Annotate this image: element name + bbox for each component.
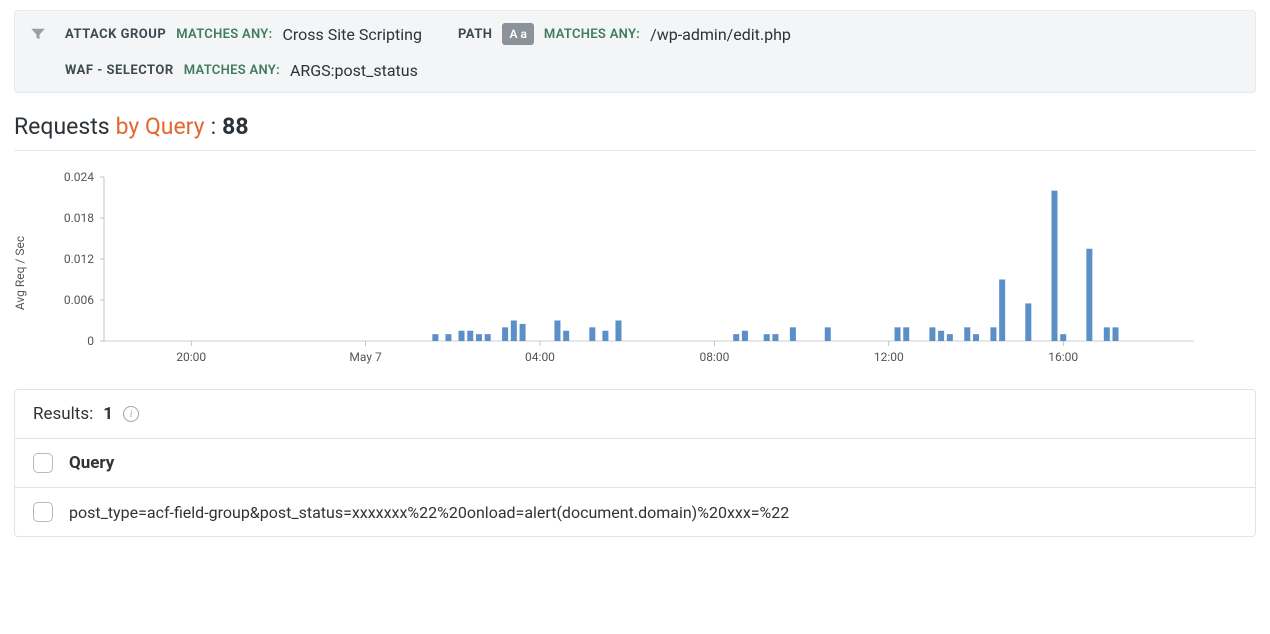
svg-text:0: 0: [87, 334, 94, 348]
filter-bar: ATTACK GROUP MATCHES ANY: Cross Site Scr…: [14, 10, 1256, 93]
heading-count: 88: [222, 113, 248, 140]
svg-text:0.018: 0.018: [64, 211, 94, 225]
select-all-checkbox[interactable]: [33, 453, 53, 473]
section-heading: Requests by Query : 88: [14, 113, 1256, 151]
filter-value: Cross Site Scripting: [282, 25, 421, 44]
results-header: Results: 1 i: [15, 390, 1255, 438]
svg-text:0.012: 0.012: [64, 252, 94, 266]
filter-icon[interactable]: [29, 25, 47, 47]
svg-text:16:00: 16:00: [1048, 350, 1078, 364]
results-column-header: Query: [15, 438, 1255, 487]
filter-operator: MATCHES ANY:: [184, 63, 280, 78]
column-title-query[interactable]: Query: [69, 453, 114, 473]
result-query-text: post_type=acf-field-group&post_status=xx…: [69, 503, 789, 522]
svg-text:12:00: 12:00: [874, 350, 904, 364]
svg-text:20:00: 20:00: [176, 350, 206, 364]
svg-text:0.024: 0.024: [64, 170, 94, 184]
heading-prefix: Requests: [14, 113, 110, 140]
case-sensitivity-badge[interactable]: A a: [502, 23, 533, 45]
filter-attack-group[interactable]: ATTACK GROUP MATCHES ANY: Cross Site Scr…: [65, 25, 422, 44]
heading-accent: by Query: [116, 113, 205, 140]
chart-canvas: 0 0.006 0.012 0.018 0.024 20:00 May 7 04:00 08:0…: [24, 167, 1214, 377]
svg-text:0.006: 0.006: [64, 293, 94, 307]
filter-label: PATH: [458, 27, 493, 42]
requests-chart: Avg Req / Sec 0 0.006 0.012 0.018 0.024 20:00…: [14, 151, 1256, 381]
filter-row-1: ATTACK GROUP MATCHES ANY: Cross Site Scr…: [65, 23, 817, 45]
heading-separator: :: [211, 113, 217, 140]
filter-operator: MATCHES ANY:: [544, 27, 640, 42]
filter-path[interactable]: PATH A a MATCHES ANY: /wp-admin/edit.php: [458, 23, 791, 45]
chart-y-axis-label: Avg Req / Sec: [13, 236, 27, 310]
svg-text:08:00: 08:00: [699, 350, 729, 364]
filter-value: ARGS:post_status: [290, 61, 418, 80]
results-panel: Results: 1 i Query post_type=acf-field-g…: [14, 389, 1256, 537]
result-row[interactable]: post_type=acf-field-group&post_status=xx…: [15, 487, 1255, 536]
filter-value: /wp-admin/edit.php: [650, 25, 791, 44]
svg-text:04:00: 04:00: [525, 350, 555, 364]
results-count: 1: [103, 404, 113, 424]
filter-operator: MATCHES ANY:: [176, 27, 272, 42]
row-checkbox[interactable]: [33, 502, 53, 522]
filter-label: ATTACK GROUP: [65, 27, 166, 42]
results-label: Results:: [33, 404, 93, 424]
filter-label: WAF - SELECTOR: [65, 63, 174, 78]
info-icon[interactable]: i: [123, 406, 139, 422]
filter-row-2: WAF - SELECTOR MATCHES ANY: ARGS:post_st…: [65, 61, 817, 80]
filter-waf-selector[interactable]: WAF - SELECTOR MATCHES ANY: ARGS:post_st…: [65, 61, 418, 80]
svg-text:May 7: May 7: [349, 350, 382, 364]
filter-list: ATTACK GROUP MATCHES ANY: Cross Site Scr…: [65, 23, 817, 80]
